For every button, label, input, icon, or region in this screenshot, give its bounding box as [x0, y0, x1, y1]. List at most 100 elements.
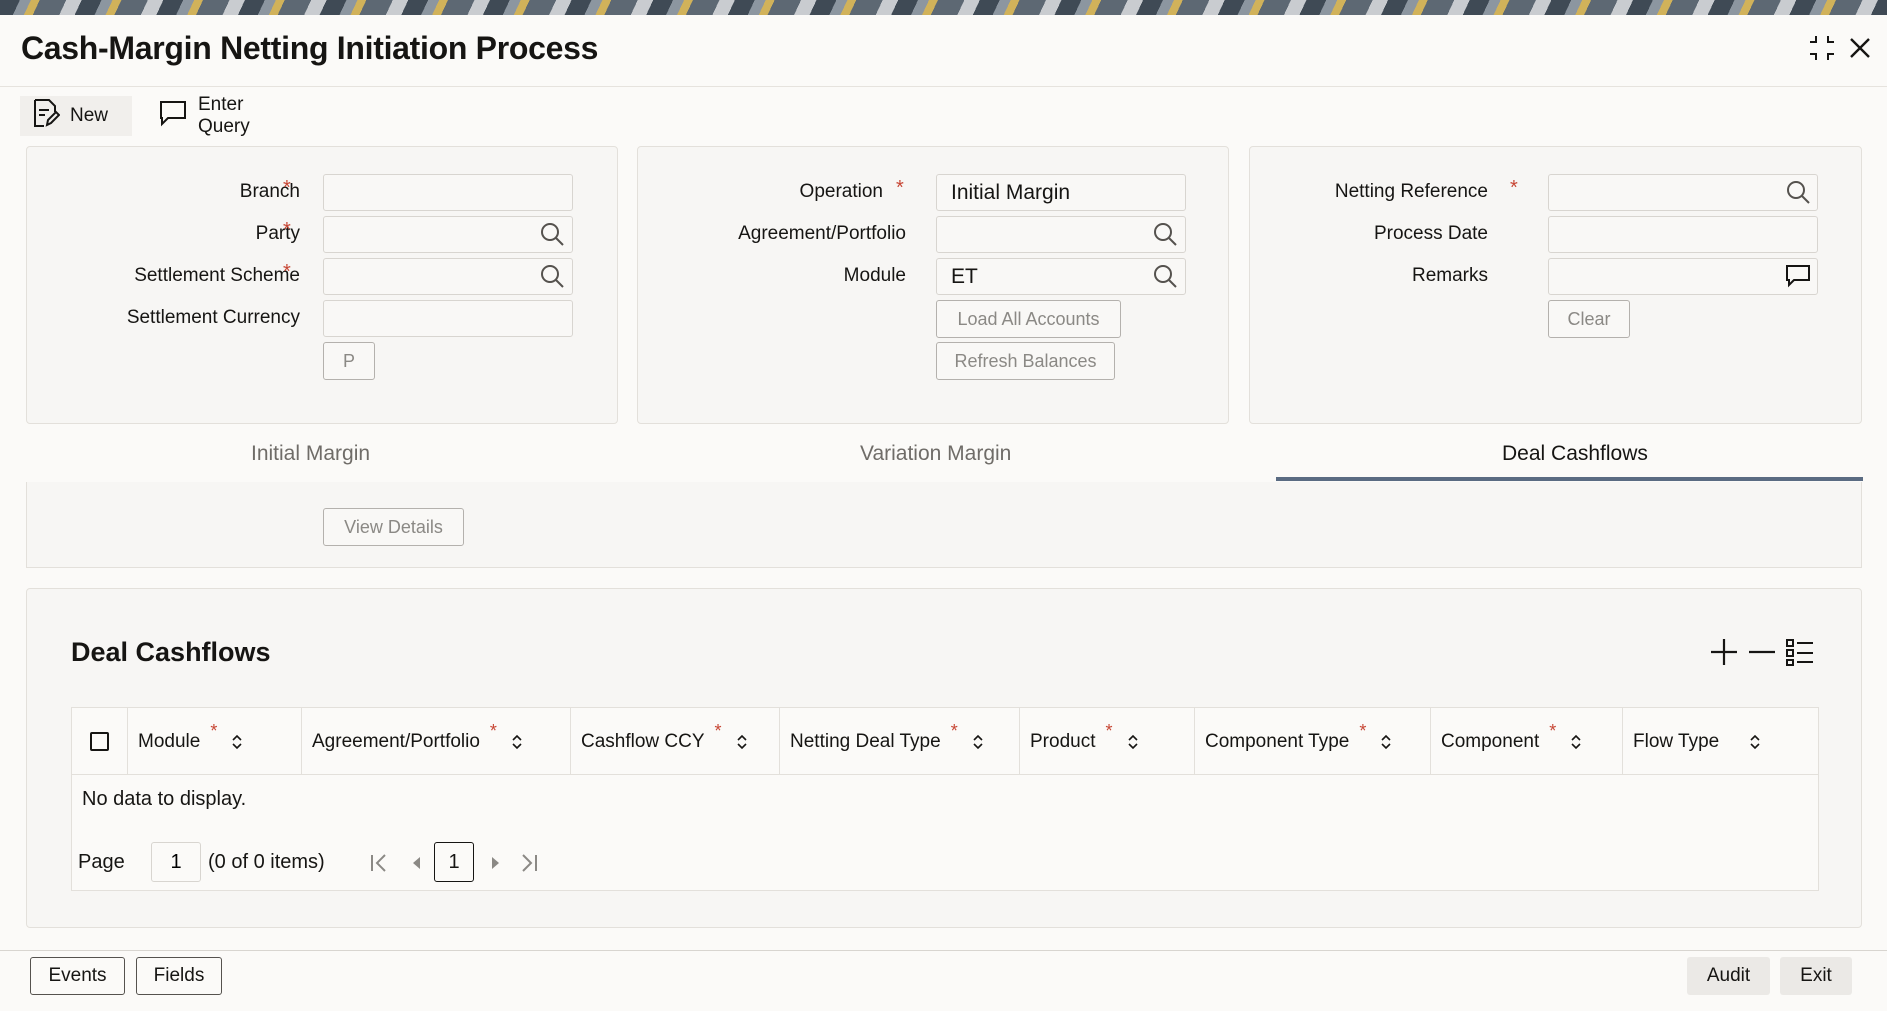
sort-icon[interactable]: [231, 733, 243, 751]
agreement-portfolio-input[interactable]: [936, 216, 1186, 253]
tab-initial-margin[interactable]: Initial Margin: [251, 442, 370, 466]
required-marker: *: [210, 721, 218, 741]
operation-input[interactable]: [936, 174, 1186, 211]
party-label: Party: [255, 223, 300, 244]
sort-icon[interactable]: [1570, 733, 1582, 751]
sort-icon[interactable]: [1749, 733, 1761, 751]
add-row-icon[interactable]: [1707, 635, 1741, 669]
column-header-component[interactable]: Component *: [1431, 708, 1623, 775]
page-label: Page: [78, 851, 125, 873]
remarks-input[interactable]: [1548, 258, 1818, 295]
right-form-panel: Netting Reference * Process Date Remarks…: [1249, 146, 1862, 424]
netting-reference-input[interactable]: [1548, 174, 1818, 211]
process-date-input[interactable]: [1548, 216, 1818, 253]
module-input[interactable]: [936, 258, 1186, 295]
header-banner: [0, 0, 1887, 15]
sort-icon[interactable]: [736, 733, 748, 751]
column-header-product[interactable]: Product *: [1020, 708, 1195, 775]
column-header-component-type[interactable]: Component Type *: [1195, 708, 1431, 775]
deal-cashflows-table: Module * Agreement/Portfolio * Cashflow CC…: [71, 707, 1819, 891]
column-header-module[interactable]: Module *: [128, 708, 302, 775]
required-marker: *: [283, 261, 291, 283]
events-button[interactable]: Events: [30, 957, 125, 995]
module-label: Module: [843, 265, 906, 286]
column-header-agreement-portfolio[interactable]: Agreement/Portfolio *: [302, 708, 571, 775]
new-document-icon: [32, 98, 61, 134]
deal-cashflows-panel: Deal Cashflows Module * Agreement/Portfol…: [26, 588, 1862, 928]
search-icon[interactable]: [1784, 178, 1812, 206]
branch-input[interactable]: [323, 174, 573, 211]
required-marker: *: [1510, 177, 1518, 199]
search-icon[interactable]: [538, 220, 566, 248]
close-icon[interactable]: [1844, 32, 1876, 64]
tab-deal-cashflows[interactable]: Deal Cashflows: [1502, 442, 1648, 466]
clear-button[interactable]: Clear: [1548, 300, 1630, 338]
view-details-button[interactable]: View Details: [323, 508, 464, 546]
settlement-scheme-input[interactable]: [323, 258, 573, 295]
active-tab-indicator: [1276, 477, 1863, 481]
operation-label: Operation: [799, 181, 883, 202]
tab-bar: Initial Margin Variation Margin Deal Cas…: [26, 432, 1862, 482]
comment-icon[interactable]: [1784, 262, 1812, 290]
column-label: Agreement/Portfolio: [312, 730, 480, 752]
previous-page-icon[interactable]: [408, 851, 426, 875]
search-icon[interactable]: [1151, 220, 1179, 248]
required-marker: *: [1105, 721, 1113, 741]
select-all-checkbox[interactable]: [90, 732, 109, 751]
column-label: Component Type: [1205, 730, 1350, 752]
first-page-icon[interactable]: [368, 851, 390, 875]
comment-icon: [158, 99, 188, 133]
required-marker: *: [1549, 721, 1557, 741]
column-label: Product: [1030, 730, 1096, 752]
enter-query-button[interactable]: Enter Query: [146, 94, 262, 137]
column-header-cashflow-ccy[interactable]: Cashflow CCY *: [571, 708, 780, 775]
sort-icon[interactable]: [511, 733, 523, 751]
required-marker: *: [896, 177, 904, 199]
minimize-icon[interactable]: [1806, 32, 1838, 64]
sort-icon[interactable]: [1380, 733, 1392, 751]
column-label: Cashflow CCY: [581, 730, 705, 752]
new-label: New: [70, 105, 109, 126]
exit-button[interactable]: Exit: [1780, 957, 1852, 995]
refresh-balances-button[interactable]: Refresh Balances: [936, 342, 1115, 380]
settlement-scheme-label: Settlement Scheme: [134, 265, 300, 286]
required-marker: *: [283, 219, 291, 241]
p-button[interactable]: P: [323, 342, 375, 380]
list-view-icon[interactable]: [1783, 635, 1817, 669]
search-icon[interactable]: [538, 262, 566, 290]
settlement-currency-input[interactable]: [323, 300, 573, 337]
footer-bar: Events Fields Audit Exit: [0, 950, 1887, 1011]
sort-icon[interactable]: [972, 733, 984, 751]
enter-query-label: Enter Query: [198, 94, 250, 137]
remarks-label: Remarks: [1411, 265, 1488, 286]
column-label: Component: [1441, 730, 1540, 752]
middle-form-panel: Operation * Agreement/Portfolio Module L…: [637, 146, 1229, 424]
load-all-accounts-button[interactable]: Load All Accounts: [936, 300, 1121, 338]
settlement-currency-label: Settlement Currency: [126, 307, 300, 328]
delete-row-icon[interactable]: [1745, 635, 1779, 669]
empty-table-message: No data to display.: [82, 788, 247, 810]
netting-reference-label: Netting Reference: [1334, 181, 1488, 202]
column-label: Module: [138, 730, 201, 752]
search-icon[interactable]: [1151, 262, 1179, 290]
current-page[interactable]: 1: [434, 842, 474, 882]
sort-icon[interactable]: [1127, 733, 1139, 751]
audit-button[interactable]: Audit: [1687, 957, 1770, 995]
required-marker: *: [283, 177, 291, 199]
fields-button[interactable]: Fields: [136, 957, 222, 995]
next-page-icon[interactable]: [486, 851, 504, 875]
new-button[interactable]: New: [20, 96, 132, 136]
tab-variation-margin[interactable]: Variation Margin: [860, 442, 1011, 466]
table-header: Module * Agreement/Portfolio * Cashflow CC…: [72, 708, 1818, 775]
required-marker: *: [714, 721, 722, 741]
column-header-netting-deal-type[interactable]: Netting Deal Type *: [780, 708, 1020, 775]
column-label: Flow Type: [1633, 730, 1720, 752]
page-title: Cash-Margin Netting Initiation Process: [21, 30, 599, 66]
required-marker: *: [1359, 721, 1367, 741]
column-header-flow-type[interactable]: Flow Type: [1623, 708, 1820, 775]
page-number-input[interactable]: [151, 842, 201, 882]
last-page-icon[interactable]: [518, 851, 540, 875]
column-label: Netting Deal Type: [790, 730, 941, 752]
agreement-portfolio-label: Agreement/Portfolio: [738, 223, 906, 244]
party-input[interactable]: [323, 216, 573, 253]
